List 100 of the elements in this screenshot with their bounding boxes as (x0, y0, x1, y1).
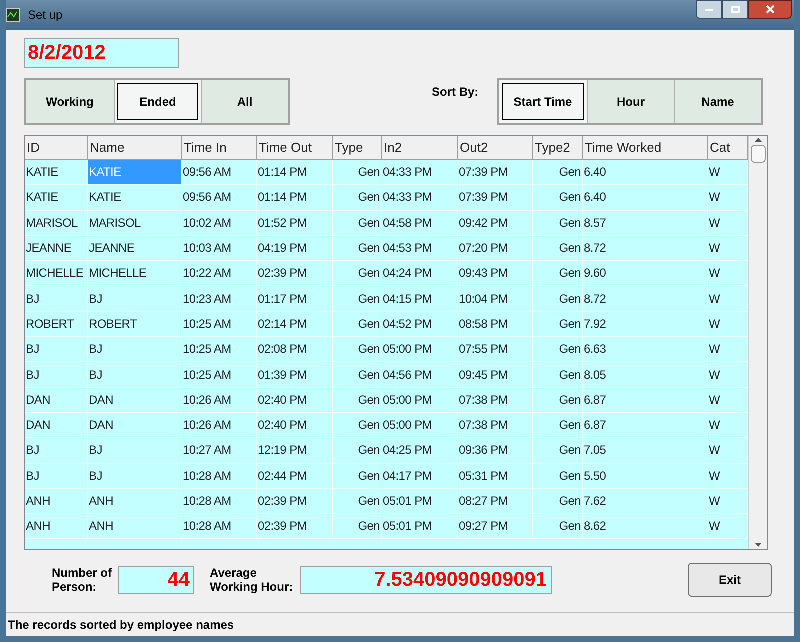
table-cell: 09:56 AM (182, 160, 257, 184)
table-cell: 04:19 PM (257, 236, 333, 260)
table-cell: 08:27 PM (458, 488, 533, 514)
table-cell: 09:56 AM (182, 185, 257, 210)
table-cell: DAN (88, 388, 182, 412)
table-cell: 09:27 PM (458, 514, 533, 538)
table-cell: Gen (533, 185, 583, 210)
table-cell: DAN (88, 412, 182, 438)
table-cell: BJ (88, 337, 182, 362)
table-cell: 10:25 AM (182, 312, 257, 336)
column-header[interactable]: Time Worked (583, 136, 708, 159)
table-cell: Gen (533, 388, 583, 412)
table-cell: 02:14 PM (257, 312, 333, 336)
table-cell: Gen (533, 488, 583, 514)
table-cell: BJ (88, 362, 182, 387)
table-cell: 8.05 (583, 362, 708, 387)
table-cell: Gen (533, 438, 583, 463)
table-cell: Gen (333, 388, 382, 412)
table-cell: 04:15 PM (382, 286, 458, 311)
table-cell: JEANNE (25, 236, 88, 260)
table-cell: 6.87 (583, 388, 708, 412)
close-icon (766, 5, 774, 14)
table-cell: Gen (333, 362, 382, 387)
table-cell: 10:25 AM (182, 362, 257, 387)
table-cell: Gen (333, 210, 382, 235)
table-cell: 10:26 AM (182, 388, 257, 412)
column-header[interactable]: Name (88, 136, 182, 159)
column-header[interactable]: Out2 (458, 136, 533, 159)
table-cell: 5.50 (583, 464, 708, 488)
table-cell: 8.62 (583, 514, 708, 538)
column-header[interactable]: Time In (182, 136, 257, 159)
toggle-button[interactable]: Start Time (499, 80, 587, 123)
table-cell: 05:00 PM (382, 337, 458, 362)
table-cell: 09:43 PM (458, 261, 533, 286)
table-cell: 05:01 PM (382, 514, 458, 538)
maximize-button[interactable] (722, 0, 748, 19)
table-cell: 07:38 PM (458, 412, 533, 438)
table-cell: 7.62 (583, 488, 708, 514)
table-cell: 04:56 PM (382, 362, 458, 387)
table-cell: 04:33 PM (382, 160, 458, 184)
table-cell: Gen (333, 514, 382, 538)
exit-button[interactable]: Exit (688, 563, 772, 597)
scrollbar[interactable] (748, 136, 767, 549)
table-cell: 07:20 PM (458, 236, 533, 260)
column-header[interactable]: Type (333, 136, 382, 159)
column-header[interactable]: In2 (382, 136, 458, 159)
table-cell: 07:38 PM (458, 388, 533, 412)
table-cell: 01:14 PM (257, 160, 333, 184)
column-header[interactable]: Time Out (257, 136, 333, 159)
toggle-button[interactable]: Ended (114, 80, 201, 123)
date-field[interactable]: 8/2/2012 (24, 38, 179, 68)
table-cell: ANH (88, 488, 182, 514)
scroll-thumb[interactable] (750, 145, 766, 163)
table-cell: 09:36 PM (458, 438, 533, 463)
table-cell: 04:25 PM (382, 438, 458, 463)
column-header[interactable]: Type2 (533, 136, 583, 159)
table-cell: 04:24 PM (382, 261, 458, 286)
table-cell: 02:39 PM (257, 261, 333, 286)
average-label: Average Working Hour: (210, 566, 294, 594)
table-cell: 08:58 PM (458, 312, 533, 336)
table-cell: ANH (25, 488, 88, 514)
table-cell: MICHELLE (88, 261, 182, 286)
table-cell: MICHELLE (25, 261, 88, 286)
table-cell: 07:39 PM (458, 160, 533, 184)
table-cell: Gen (533, 464, 583, 488)
close-button[interactable] (748, 0, 792, 19)
table-cell: 04:58 PM (382, 210, 458, 235)
table-cell: ROBERT (88, 312, 182, 336)
down-arrow-icon (754, 543, 762, 547)
table-cell: 01:17 PM (257, 286, 333, 311)
table-cell: JEANNE (88, 236, 182, 260)
table-cell: 9.60 (583, 261, 708, 286)
table-cell: 7.05 (583, 438, 708, 463)
table-cell: 8.72 (583, 286, 708, 311)
table-cell: BJ (25, 464, 88, 488)
table-cell: 10:22 AM (182, 261, 257, 286)
table-cell: DAN (25, 412, 88, 438)
table-cell: 6.63 (583, 337, 708, 362)
table-cell: 7.92 (583, 312, 708, 336)
table-cell: 04:52 PM (382, 312, 458, 336)
table-cell: Gen (533, 286, 583, 311)
table-cell: 05:01 PM (382, 488, 458, 514)
table-cell: Gen (333, 160, 382, 184)
table-cell: Gen (333, 438, 382, 463)
minimize-button[interactable] (696, 0, 722, 19)
table-cell: BJ (25, 362, 88, 387)
table-cell: 10:23 AM (182, 286, 257, 311)
table-cell: BJ (25, 286, 88, 311)
table-cell: 10:25 AM (182, 337, 257, 362)
table-cell: Gen (333, 464, 382, 488)
table-cell: 05:31 PM (458, 464, 533, 488)
table-cell: 04:17 PM (382, 464, 458, 488)
window-title: Set up (28, 7, 63, 24)
table-cell: 07:55 PM (458, 337, 533, 362)
table-cell: Gen (333, 337, 382, 362)
table-cell: 05:00 PM (382, 388, 458, 412)
column-header[interactable]: ID (25, 136, 88, 159)
average-field: 7.53409090909091 (300, 566, 552, 594)
sort-label: Sort By: (432, 84, 480, 101)
count-field: 44 (118, 566, 194, 594)
